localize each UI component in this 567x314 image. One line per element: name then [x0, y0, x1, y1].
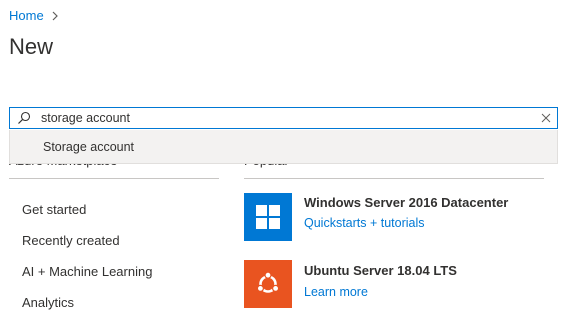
offer-title-windows-server[interactable]: Windows Server 2016 Datacenter [304, 195, 508, 210]
breadcrumb: Home [9, 8, 58, 23]
category-analytics[interactable]: Analytics [22, 295, 74, 310]
category-ai-machine-learning[interactable]: AI + Machine Learning [22, 264, 152, 279]
popular-divider [244, 178, 544, 179]
ubuntu-server-tile[interactable] [244, 260, 292, 308]
offer-title-ubuntu-server[interactable]: Ubuntu Server 18.04 LTS [304, 263, 457, 278]
marketplace-divider [9, 178, 219, 179]
search-box [9, 107, 558, 129]
breadcrumb-home-link[interactable]: Home [9, 8, 44, 23]
suggestion-storage-account[interactable]: Storage account [43, 140, 134, 154]
windows-logo-icon [256, 205, 280, 229]
page-title: New [9, 34, 54, 59]
clear-icon[interactable] [541, 113, 551, 123]
offer-link-quickstarts[interactable]: Quickstarts + tutorials [304, 216, 425, 230]
offer-link-learn-more[interactable]: Learn more [304, 285, 368, 299]
category-get-started[interactable]: Get started [22, 202, 86, 217]
windows-server-tile[interactable] [244, 193, 292, 241]
ubuntu-logo-icon [255, 271, 281, 297]
search-icon [17, 111, 31, 125]
search-input[interactable] [31, 108, 541, 128]
search-suggestions: Storage account [9, 130, 558, 164]
category-recently-created[interactable]: Recently created [22, 233, 120, 248]
chevron-right-icon [52, 11, 58, 21]
